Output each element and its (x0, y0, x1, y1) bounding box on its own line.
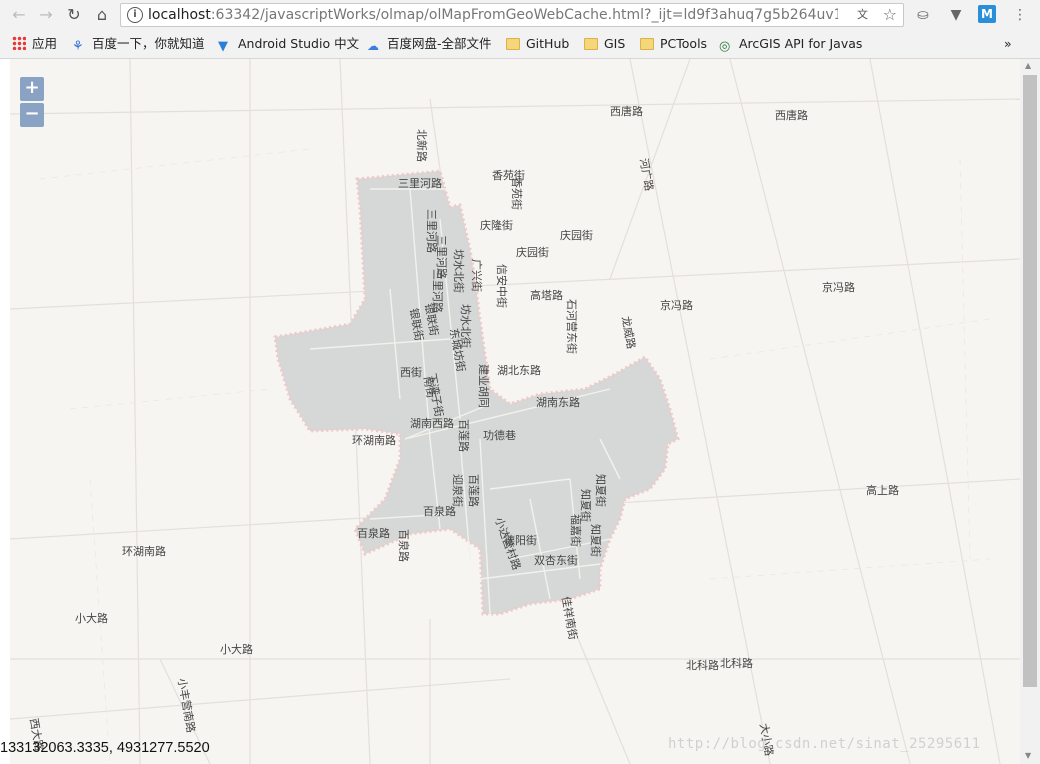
street-label: 高塔路 (530, 288, 563, 302)
bookmark-label: GIS (604, 36, 626, 51)
extension-bike-icon[interactable]: ⛀ (913, 5, 933, 25)
url-text[interactable]: localhost:63342/javascriptWorks/olmap/ol… (148, 7, 838, 23)
street-label: 百莲路 (457, 419, 470, 452)
funnel-icon: ▼ (218, 39, 228, 54)
folder-icon (640, 38, 654, 50)
bookmark-label: 百度网盘-全部文件 (387, 36, 492, 51)
street-label: 小大路 (220, 642, 253, 656)
bookmark-star-icon[interactable]: ☆ (883, 5, 897, 24)
extension-m-icon[interactable]: M (978, 5, 996, 23)
street-label: 建业胡同 (477, 364, 491, 408)
bookmark-label: PCTools (660, 36, 708, 51)
page-viewport: 西唐路 西唐路 北新路 香苑街 香苑街 三里河路 三里河路 三里河路 三里河路 庆隆街 庆园街 庆园街… (0, 59, 1040, 764)
bookmark-apps[interactable]: 应用 (12, 35, 57, 53)
bookmark-github[interactable]: GitHub (506, 35, 569, 53)
street-label: 北新路 (415, 129, 429, 162)
street-label: 庆隆街 (480, 218, 513, 232)
street-label: 小大路 (75, 611, 108, 625)
bookmark-label: 百度一下，你就知道 (92, 36, 205, 51)
home-icon[interactable]: ⌂ (91, 4, 113, 26)
bookmark-label: GitHub (526, 36, 570, 51)
street-label: 百泉路 (423, 504, 456, 518)
menu-icon[interactable]: ⋮ (1010, 5, 1030, 25)
street-label: 知夏街 (594, 474, 608, 507)
street-label: 庆园街 (560, 228, 593, 242)
street-label: 双杏东街 (534, 553, 578, 567)
street-label: 百泉路 (397, 529, 411, 562)
scroll-thumb[interactable] (1023, 75, 1037, 687)
scroll-down-icon[interactable]: ▼ (1025, 751, 1031, 760)
bookmark-baidu[interactable]: ⚘ 百度一下，你就知道 (72, 35, 205, 54)
street-label: 龙威路 (619, 315, 638, 350)
bookmarks-bar: 应用 ⚘ 百度一下，你就知道 ▼ Android Studio 中文 ☁ 百度网盘-全… (0, 30, 1040, 59)
translate-icon[interactable]: 文 (857, 6, 875, 24)
bookmark-pctools[interactable]: PCTools (640, 35, 707, 53)
street-label: 迎泉街 (451, 474, 465, 507)
street-label: 西唐路 (775, 108, 808, 122)
apps-grid-icon (12, 36, 26, 50)
bookmark-label: 应用 (32, 36, 58, 51)
extension-filter-icon[interactable]: ▼ (946, 5, 966, 25)
reload-icon[interactable]: ↻ (63, 4, 85, 26)
street-label: 北科路 (720, 656, 753, 670)
info-icon[interactable]: i (127, 7, 143, 23)
address-bar[interactable]: i localhost:63342/javascriptWorks/olmap/… (120, 3, 904, 27)
street-label: 香苑街 (510, 177, 524, 210)
bookmarks-overflow[interactable]: » (1004, 35, 1012, 53)
street-label: 信安中街 (495, 264, 509, 308)
street-label: 环湖南路 (352, 434, 396, 447)
forward-icon[interactable]: → (35, 4, 57, 26)
street-label: 坊水北街 (452, 249, 466, 293)
street-label: 百莲路 (467, 474, 480, 507)
street-label: 西唐路 (610, 104, 643, 118)
street-label: 石河营东街 (565, 299, 579, 354)
street-label: 佳祥南街 (559, 595, 580, 641)
globe-icon: ◎ (719, 39, 731, 54)
street-label: 湖南西路 (410, 417, 454, 430)
street-label: 北科路 (686, 658, 719, 672)
browser-toolbar: ← → ↻ ⌂ i localhost:63342/javascriptWork… (0, 0, 1040, 30)
mouse-position-readout: 133132063.3335, 4931277.5520 (0, 740, 210, 756)
street-label: 湖北东路 (497, 364, 541, 377)
map-svg: 西唐路 西唐路北新路香苑街香苑街三里河路三里河路三里河路三里河路庆隆街庆园街庆园街… (10, 59, 1020, 764)
street-label: 环湖南路 (122, 545, 166, 558)
csdn-watermark: http://blog.csdn.net/sinat_25295611 (668, 736, 981, 752)
street-label: 庆园街 (516, 245, 549, 259)
street-label: 广兴街 (470, 259, 484, 292)
street-label: 湖南东路 (536, 396, 580, 409)
back-icon[interactable]: ← (8, 4, 30, 26)
cloud-icon: ☁ (367, 39, 379, 53)
baidu-paw-icon: ⚘ (72, 39, 84, 54)
bookmark-label: Android Studio 中文 (238, 36, 360, 51)
zoom-out-button[interactable]: − (20, 103, 44, 127)
zoom-control: + − (20, 77, 46, 129)
street-label: 西街 (400, 365, 422, 379)
district-polygon (273, 169, 680, 616)
street-label: 知夏街 (589, 524, 603, 557)
street-label: 京冯路 (660, 298, 693, 312)
bookmark-baidu-pan[interactable]: ☁ 百度网盘-全部文件 (367, 35, 492, 53)
bookmark-android-studio[interactable]: ▼ Android Studio 中文 (218, 35, 360, 54)
vertical-scrollbar[interactable]: ▲ ▼ (1020, 59, 1040, 764)
street-label: 三里河路 (398, 177, 442, 190)
map-canvas[interactable]: 西唐路 西唐路 北新路 香苑街 香苑街 三里河路 三里河路 三里河路 三里河路 庆隆街 庆园街 庆园街… (10, 59, 1020, 764)
street-label: 百泉路 (357, 526, 390, 540)
zoom-in-button[interactable]: + (20, 77, 44, 101)
bookmark-label: ArcGIS API for Javas (739, 36, 863, 51)
street-label: 高上路 (866, 483, 899, 497)
folder-icon (506, 38, 520, 50)
scroll-up-icon[interactable]: ▲ (1025, 61, 1031, 70)
street-label: 德阳街 (504, 533, 537, 547)
folder-icon (584, 38, 598, 50)
street-label: 京冯路 (822, 280, 855, 294)
street-label: 功德巷 (483, 428, 516, 442)
bookmark-gis[interactable]: GIS (584, 35, 625, 53)
bookmark-arcgis[interactable]: ◎ ArcGIS API for Javas (719, 35, 863, 54)
url-host: localhost (148, 7, 211, 23)
url-path: :63342/javascriptWorks/olmap/olMapFromGe… (210, 7, 838, 23)
street-label: 福嘉街 (569, 514, 583, 547)
